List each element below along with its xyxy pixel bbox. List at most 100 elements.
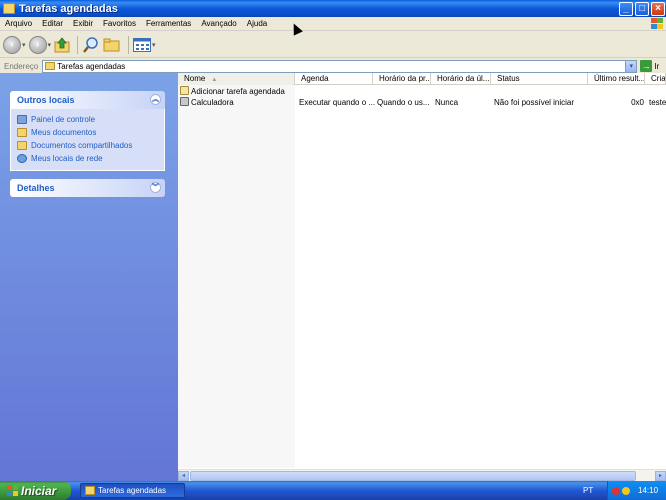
shared-folder-icon	[17, 141, 27, 150]
column-header-row: Nome ▲ Agenda Horário da pr... Horário da…	[178, 73, 666, 85]
column-schedule[interactable]: Agenda	[295, 73, 373, 85]
sorted-column-background	[178, 85, 295, 468]
other-places-header[interactable]: Outros locais ︽	[10, 91, 165, 109]
task-icon	[180, 97, 189, 106]
search-icon	[83, 36, 98, 53]
details-header[interactable]: Detalhes ︾	[10, 179, 165, 197]
menu-editar[interactable]: Editar	[37, 19, 68, 28]
task-last-result: 0x0	[631, 98, 644, 107]
menu-bar: Arquivo Editar Exibir Favoritos Ferramen…	[0, 17, 666, 31]
task-name: Calculadora	[191, 98, 234, 107]
toolbar: ‹ ▾ › ▾ ▾	[0, 32, 666, 58]
taskbar-window-button[interactable]: Tarefas agendadas	[80, 483, 185, 498]
column-name[interactable]: Nome ▲	[178, 73, 295, 85]
address-field[interactable]: Tarefas agendadas ▾	[42, 59, 638, 73]
views-button[interactable]: ▾	[133, 34, 156, 56]
address-dropdown-button[interactable]: ▾	[625, 60, 637, 72]
language-indicator[interactable]: PT	[583, 481, 593, 500]
views-icon	[133, 37, 152, 52]
forward-dropdown-icon[interactable]: ▾	[48, 41, 52, 49]
other-places-title: Outros locais	[17, 95, 75, 105]
security-alert-icon[interactable]	[612, 486, 620, 495]
back-arrow-icon: ‹	[3, 35, 21, 54]
link-control-panel[interactable]: Painel de controle	[17, 113, 158, 126]
column-next-run[interactable]: Horário da pr...	[373, 73, 431, 85]
link-label: Painel de controle	[31, 115, 96, 124]
go-arrow-icon: →	[640, 60, 653, 72]
task-creator: teste	[649, 98, 666, 107]
back-dropdown-icon[interactable]: ▾	[22, 41, 26, 49]
maximize-button[interactable]: □	[635, 1, 649, 16]
forward-button[interactable]: › ▾	[28, 34, 52, 56]
windows-logo-icon	[650, 17, 664, 30]
toolbar-separator	[77, 35, 79, 54]
scroll-left-button[interactable]: ◂	[178, 471, 189, 481]
window-title: Tarefas agendadas	[19, 2, 118, 15]
system-tray: 14:10	[607, 481, 666, 500]
address-value: Tarefas agendadas	[57, 61, 126, 71]
folders-icon	[103, 38, 120, 51]
horizontal-scrollbar[interactable]: ◂ ▸	[178, 469, 666, 481]
scroll-right-button[interactable]: ▸	[655, 471, 666, 481]
back-button[interactable]: ‹ ▾	[3, 34, 26, 56]
task-status: Não foi possível iniciar	[494, 98, 575, 107]
details-title: Detalhes	[17, 183, 55, 193]
close-button[interactable]: ×	[651, 1, 665, 16]
add-task-icon	[180, 86, 189, 95]
menu-exibir[interactable]: Exibir	[68, 19, 98, 28]
address-bar: Endereço Tarefas agendadas ▾ → Ir	[0, 59, 666, 73]
folders-button[interactable]	[103, 34, 121, 56]
list-item[interactable]: Calculadora Executar quando o ... Quando…	[178, 97, 666, 108]
task-next-run: Quando o us...	[377, 98, 430, 107]
forward-arrow-icon: ›	[28, 35, 47, 54]
network-places-icon	[17, 154, 27, 163]
task-last-run: Nunca	[435, 98, 459, 107]
up-folder-icon	[54, 36, 70, 52]
column-last-run[interactable]: Horário da úl...	[431, 73, 491, 85]
taskbar: Iniciar Tarefas agendadas PT 14:10	[0, 481, 666, 500]
go-button[interactable]: → Ir	[640, 60, 659, 72]
views-dropdown-icon[interactable]: ▾	[152, 41, 156, 49]
go-label: Ir	[654, 61, 660, 71]
menu-ajuda[interactable]: Ajuda	[242, 19, 272, 28]
task-name: Adicionar tarefa agendada	[191, 87, 285, 96]
search-button[interactable]	[82, 34, 100, 56]
title-bar: Tarefas agendadas _ □ ×	[0, 0, 666, 17]
column-label: Nome	[184, 74, 206, 83]
list-item[interactable]: Adicionar tarefa agendada	[178, 86, 666, 97]
other-places-body: Painel de controle Meus documentos Docum…	[10, 109, 165, 171]
scroll-thumb[interactable]	[190, 471, 636, 481]
link-my-documents[interactable]: Meus documentos	[17, 126, 158, 139]
menu-avancado[interactable]: Avançado	[196, 19, 241, 28]
start-label: Iniciar	[21, 483, 57, 498]
sort-ascending-icon: ▲	[211, 77, 218, 83]
folder-icon	[85, 486, 95, 495]
details-panel: Detalhes ︾	[10, 179, 165, 197]
toolbar-separator	[128, 35, 130, 54]
menu-ferramentas[interactable]: Ferramentas	[141, 19, 196, 28]
column-status[interactable]: Status	[491, 73, 588, 85]
task-list-view: Nome ▲ Agenda Horário da pr... Horário da…	[178, 73, 666, 481]
address-label: Endereço	[4, 61, 39, 71]
collapse-chevron-icon[interactable]: ︽	[150, 94, 161, 105]
link-network-places[interactable]: Meus locais de rede	[17, 152, 158, 165]
column-creator[interactable]: Criad	[645, 73, 666, 85]
start-button[interactable]: Iniciar	[0, 481, 71, 500]
task-pane: Outros locais ︽ Painel de controle Meus …	[0, 73, 178, 481]
up-folder-button[interactable]	[54, 34, 70, 56]
menu-arquivo[interactable]: Arquivo	[0, 19, 37, 28]
windows-flag-icon	[7, 485, 18, 496]
link-shared-documents[interactable]: Documentos compartilhados	[17, 139, 158, 152]
column-last-result[interactable]: Último result...	[588, 73, 645, 85]
folder-icon	[45, 62, 56, 70]
other-places-panel: Outros locais ︽ Painel de controle Meus …	[10, 91, 165, 171]
my-documents-icon	[17, 128, 27, 137]
task-schedule: Executar quando o ...	[299, 98, 375, 107]
minimize-button[interactable]: _	[619, 1, 633, 16]
taskbar-window-label: Tarefas agendadas	[98, 486, 167, 495]
clock[interactable]: 14:10	[638, 486, 658, 495]
tray-icon[interactable]	[622, 486, 630, 495]
expand-chevron-icon[interactable]: ︾	[150, 182, 161, 193]
scheduled-tasks-folder-icon	[3, 3, 15, 14]
menu-favoritos[interactable]: Favoritos	[98, 19, 141, 28]
